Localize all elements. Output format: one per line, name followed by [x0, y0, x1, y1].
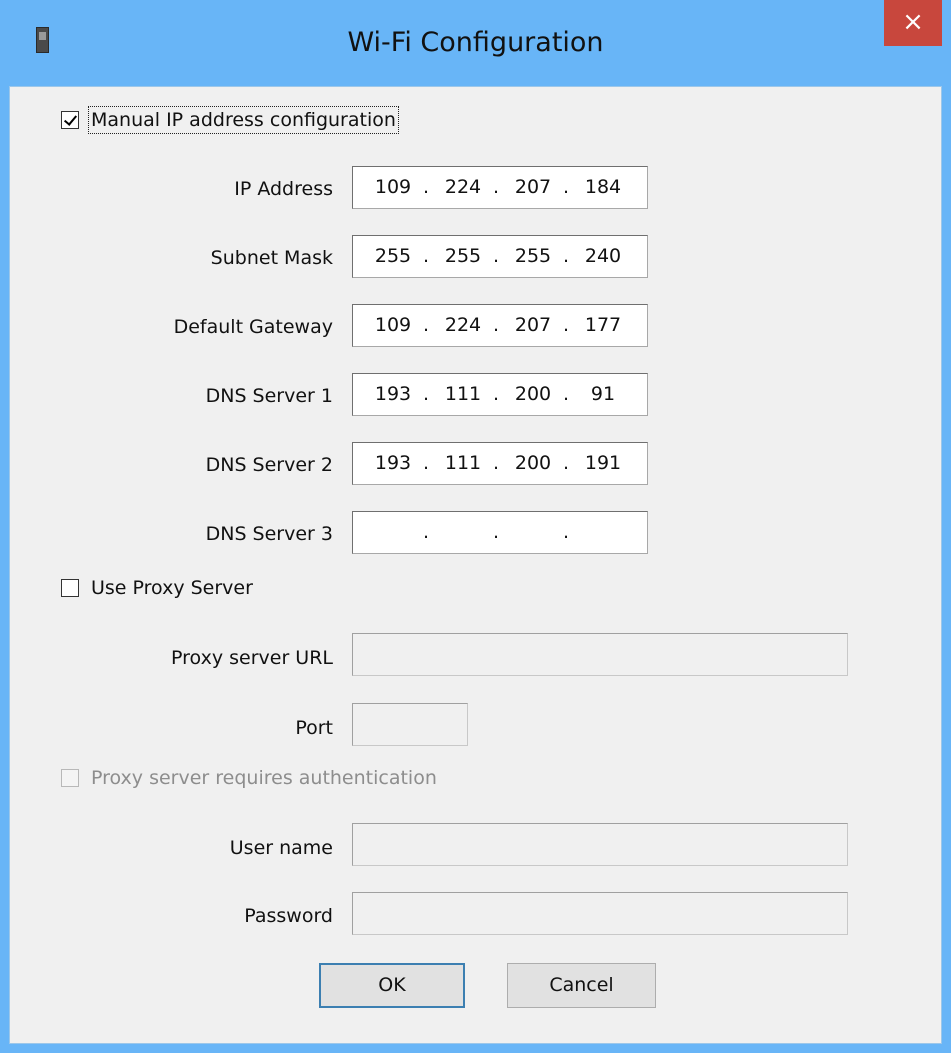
ip-octet[interactable]: 193: [367, 443, 419, 484]
proxy-auth-checkbox[interactable]: [61, 769, 79, 787]
ip-octet[interactable]: 224: [437, 305, 489, 346]
ip-octet[interactable]: 240: [577, 236, 629, 277]
ip-octet[interactable]: 177: [577, 305, 629, 346]
ip-octet[interactable]: [507, 512, 559, 553]
manual-ip-checkbox[interactable]: [61, 111, 79, 129]
use-proxy-label[interactable]: Use Proxy Server: [91, 577, 253, 599]
ip-field-label: Subnet Mask: [210, 247, 333, 269]
ip-separator: .: [422, 314, 430, 336]
ip-separator: .: [562, 176, 570, 198]
dialog-body: Manual IP address configuration IP Addre…: [9, 86, 942, 1044]
ip-octet[interactable]: 207: [507, 167, 559, 208]
ip-address-input[interactable]: ...: [352, 511, 648, 554]
ip-separator: .: [492, 314, 500, 336]
ip-octet[interactable]: 109: [367, 167, 419, 208]
port-input[interactable]: [352, 703, 468, 746]
use-proxy-checkbox[interactable]: [61, 579, 79, 597]
ip-address-input[interactable]: 109. 224. 207. 184: [352, 166, 648, 209]
port-label: Port: [295, 717, 333, 739]
ip-octet[interactable]: 91: [577, 374, 629, 415]
ip-separator: .: [562, 383, 570, 405]
ip-field-label: Default Gateway: [173, 316, 333, 338]
ip-separator: .: [562, 314, 570, 336]
proxy-auth-label: Proxy server requires authentication: [91, 767, 437, 789]
ip-address-input[interactable]: 193. 111. 200. 191: [352, 442, 648, 485]
ip-octet[interactable]: 109: [367, 305, 419, 346]
ip-octet[interactable]: 255: [507, 236, 559, 277]
ip-octet[interactable]: 255: [437, 236, 489, 277]
cancel-button[interactable]: Cancel: [507, 963, 656, 1008]
ip-octet[interactable]: 111: [437, 374, 489, 415]
username-input[interactable]: [352, 823, 848, 866]
ip-address-input[interactable]: 255. 255. 255. 240: [352, 235, 648, 278]
ip-separator: .: [492, 176, 500, 198]
ip-octet[interactable]: [437, 512, 489, 553]
use-proxy-checkbox-row[interactable]: Use Proxy Server: [61, 573, 253, 603]
username-label: User name: [229, 837, 333, 859]
ip-octet[interactable]: 111: [437, 443, 489, 484]
ip-separator: .: [422, 452, 430, 474]
title-bar[interactable]: Wi-Fi Configuration ×: [0, 0, 951, 86]
ip-field-label: DNS Server 2: [205, 454, 333, 476]
window-title: Wi-Fi Configuration: [347, 27, 604, 58]
wifi-config-window: Wi-Fi Configuration × Manual IP address …: [0, 0, 951, 1053]
ip-separator: .: [492, 452, 500, 474]
proxy-url-label: Proxy server URL: [171, 647, 333, 669]
manual-ip-label[interactable]: Manual IP address configuration: [88, 106, 399, 134]
ip-separator: .: [492, 245, 500, 267]
ip-octet[interactable]: 200: [507, 443, 559, 484]
ip-separator: .: [422, 521, 430, 543]
password-input[interactable]: [352, 892, 848, 935]
ip-separator: .: [562, 452, 570, 474]
ip-field-label: IP Address: [234, 178, 333, 200]
ok-button[interactable]: OK: [319, 963, 465, 1008]
ip-octet[interactable]: 224: [437, 167, 489, 208]
close-button[interactable]: ×: [884, 0, 942, 46]
password-label: Password: [244, 905, 333, 927]
ip-octet[interactable]: [367, 512, 419, 553]
proxy-url-input[interactable]: [352, 633, 848, 676]
ip-address-input[interactable]: 109. 224. 207. 177: [352, 304, 648, 347]
ip-separator: .: [562, 521, 570, 543]
ip-octet[interactable]: 255: [367, 236, 419, 277]
ip-octet[interactable]: 200: [507, 374, 559, 415]
ip-address-input[interactable]: 193. 111. 200. 91: [352, 373, 648, 416]
ip-separator: .: [422, 176, 430, 198]
ip-separator: .: [422, 245, 430, 267]
ip-separator: .: [492, 383, 500, 405]
ip-field-label: DNS Server 3: [205, 523, 333, 545]
ip-separator: .: [492, 521, 500, 543]
ip-separator: .: [422, 383, 430, 405]
ip-octet[interactable]: 207: [507, 305, 559, 346]
ip-octet[interactable]: 184: [577, 167, 629, 208]
manual-ip-checkbox-row[interactable]: Manual IP address configuration: [61, 105, 399, 135]
ip-separator: .: [562, 245, 570, 267]
ip-octet[interactable]: 193: [367, 374, 419, 415]
proxy-auth-checkbox-row[interactable]: Proxy server requires authentication: [61, 763, 437, 793]
ip-field-label: DNS Server 1: [205, 385, 333, 407]
ip-octet[interactable]: 191: [577, 443, 629, 484]
ip-octet[interactable]: [577, 512, 629, 553]
